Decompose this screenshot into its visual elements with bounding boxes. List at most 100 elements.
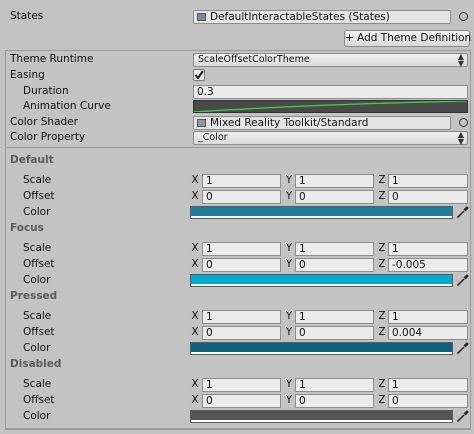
z-axis-label: Z xyxy=(378,174,386,186)
scale-z-field[interactable]: 1 xyxy=(388,310,468,324)
scale-z-field[interactable]: 1 xyxy=(388,174,468,188)
x-axis-label: X xyxy=(191,258,199,270)
y-axis-label: Y xyxy=(285,242,293,254)
easing-label: Easing xyxy=(10,69,45,81)
scale-z-field[interactable]: 1 xyxy=(388,378,468,392)
scale-z-field[interactable]: 1 xyxy=(388,242,468,256)
y-axis-label: Y xyxy=(285,326,293,338)
scale-x-field[interactable]: 1 xyxy=(202,378,281,392)
easing-checkbox[interactable] xyxy=(193,69,205,81)
offset-x-field[interactable]: 0 xyxy=(202,326,281,340)
offset-label: Offset xyxy=(23,258,55,270)
dropdown-arrows-icon: ▲ ▼ xyxy=(457,130,464,146)
color-shader-field[interactable]: Mixed Reality Toolkit/Standard xyxy=(193,116,451,130)
checkmark-icon xyxy=(194,70,204,80)
scale-label: Scale xyxy=(23,378,52,390)
states-row: States DefaultInteractableStates (States… xyxy=(0,0,474,50)
alpha-bar xyxy=(191,420,452,422)
duration-field[interactable]: 0.3 xyxy=(193,85,468,99)
y-axis-label: Y xyxy=(285,190,293,202)
alpha-bar xyxy=(191,284,452,286)
color-property-value: _Color xyxy=(198,132,228,143)
scale-y-field[interactable]: 1 xyxy=(295,242,374,256)
x-axis-label: X xyxy=(191,394,199,406)
color-shader-value: Mixed Reality Toolkit/Standard xyxy=(210,117,369,129)
x-axis-label: X xyxy=(191,174,199,186)
color-swatch[interactable] xyxy=(190,274,453,287)
scale-y-field[interactable]: 1 xyxy=(295,174,374,188)
scale-x-field[interactable]: 1 xyxy=(202,242,281,256)
x-axis-label: X xyxy=(191,190,199,202)
z-axis-label: Z xyxy=(378,394,386,406)
state-title: Focus xyxy=(10,222,44,234)
scale-y-field[interactable]: 1 xyxy=(295,378,374,392)
offset-y-field[interactable]: 0 xyxy=(295,394,374,408)
duration-label: Duration xyxy=(23,85,69,97)
color-label: Color xyxy=(23,206,51,218)
scale-x-field[interactable]: 1 xyxy=(202,310,281,324)
x-axis-label: X xyxy=(191,310,199,322)
states-asset-icon xyxy=(197,13,206,21)
offset-z-field[interactable]: -0.005 xyxy=(388,258,468,272)
state-title: Default xyxy=(10,154,54,166)
alpha-bar xyxy=(191,216,452,218)
offset-label: Offset xyxy=(23,190,55,202)
add-theme-definition-button[interactable]: + Add Theme Definition xyxy=(344,30,471,47)
color-swatch[interactable] xyxy=(190,410,453,423)
states-object-value: DefaultInteractableStates (States) xyxy=(210,11,390,23)
offset-y-field[interactable]: 0 xyxy=(295,326,374,340)
color-swatch[interactable] xyxy=(190,342,453,355)
shader-picker-icon[interactable] xyxy=(459,118,468,127)
offset-label: Offset xyxy=(23,326,55,338)
y-axis-label: Y xyxy=(285,174,293,186)
offset-z-field[interactable]: 0 xyxy=(388,394,468,408)
color-label: Color xyxy=(23,342,51,354)
color-swatch[interactable] xyxy=(190,206,453,219)
z-axis-label: Z xyxy=(378,310,386,322)
x-axis-label: X xyxy=(191,326,199,338)
theme-runtime-dropdown[interactable]: ScaleOffsetColorTheme ▲ ▼ xyxy=(193,52,468,68)
scale-y-field[interactable]: 1 xyxy=(295,310,374,324)
color-label: Color xyxy=(23,274,51,286)
offset-x-field[interactable]: 0 xyxy=(202,394,281,408)
offset-y-field[interactable]: 0 xyxy=(295,258,374,272)
color-label: Color xyxy=(23,410,51,422)
y-axis-label: Y xyxy=(285,258,293,270)
z-axis-label: Z xyxy=(378,190,386,202)
shader-asset-icon xyxy=(197,119,206,127)
scale-x-field[interactable]: 1 xyxy=(202,174,281,188)
color-property-label: Color Property xyxy=(10,131,86,143)
x-axis-label: X xyxy=(191,378,199,390)
animation-curve-graph xyxy=(194,101,467,112)
states-label: States xyxy=(10,10,44,22)
y-axis-label: Y xyxy=(285,378,293,390)
eyedropper-icon[interactable] xyxy=(456,273,470,287)
z-axis-label: Z xyxy=(378,378,386,390)
offset-z-field[interactable]: 0.004 xyxy=(388,326,468,340)
theme-runtime-label: Theme Runtime xyxy=(10,53,94,65)
scale-label: Scale xyxy=(23,310,52,322)
object-picker-icon[interactable] xyxy=(459,12,468,21)
eyedropper-icon[interactable] xyxy=(456,205,470,219)
alpha-bar xyxy=(191,352,452,354)
theme-runtime-value: ScaleOffsetColorTheme xyxy=(198,54,310,65)
animation-curve-label: Animation Curve xyxy=(23,100,111,112)
offset-z-field[interactable]: 0 xyxy=(388,190,468,204)
y-axis-label: Y xyxy=(285,394,293,406)
y-axis-label: Y xyxy=(285,310,293,322)
offset-x-field[interactable]: 0 xyxy=(202,190,281,204)
color-property-dropdown[interactable]: _Color ▲ ▼ xyxy=(193,130,468,146)
state-title: Disabled xyxy=(10,358,62,370)
animation-curve-field[interactable] xyxy=(193,100,468,113)
z-axis-label: Z xyxy=(378,242,386,254)
states-object-field[interactable]: DefaultInteractableStates (States) xyxy=(193,10,451,24)
eyedropper-icon[interactable] xyxy=(456,409,470,423)
offset-y-field[interactable]: 0 xyxy=(295,190,374,204)
scale-label: Scale xyxy=(23,174,52,186)
dropdown-arrows-icon: ▲ ▼ xyxy=(457,52,464,68)
scale-label: Scale xyxy=(23,242,52,254)
state-title: Pressed xyxy=(10,290,58,302)
offset-x-field[interactable]: 0 xyxy=(202,258,281,272)
offset-label: Offset xyxy=(23,394,55,406)
eyedropper-icon[interactable] xyxy=(456,341,470,355)
